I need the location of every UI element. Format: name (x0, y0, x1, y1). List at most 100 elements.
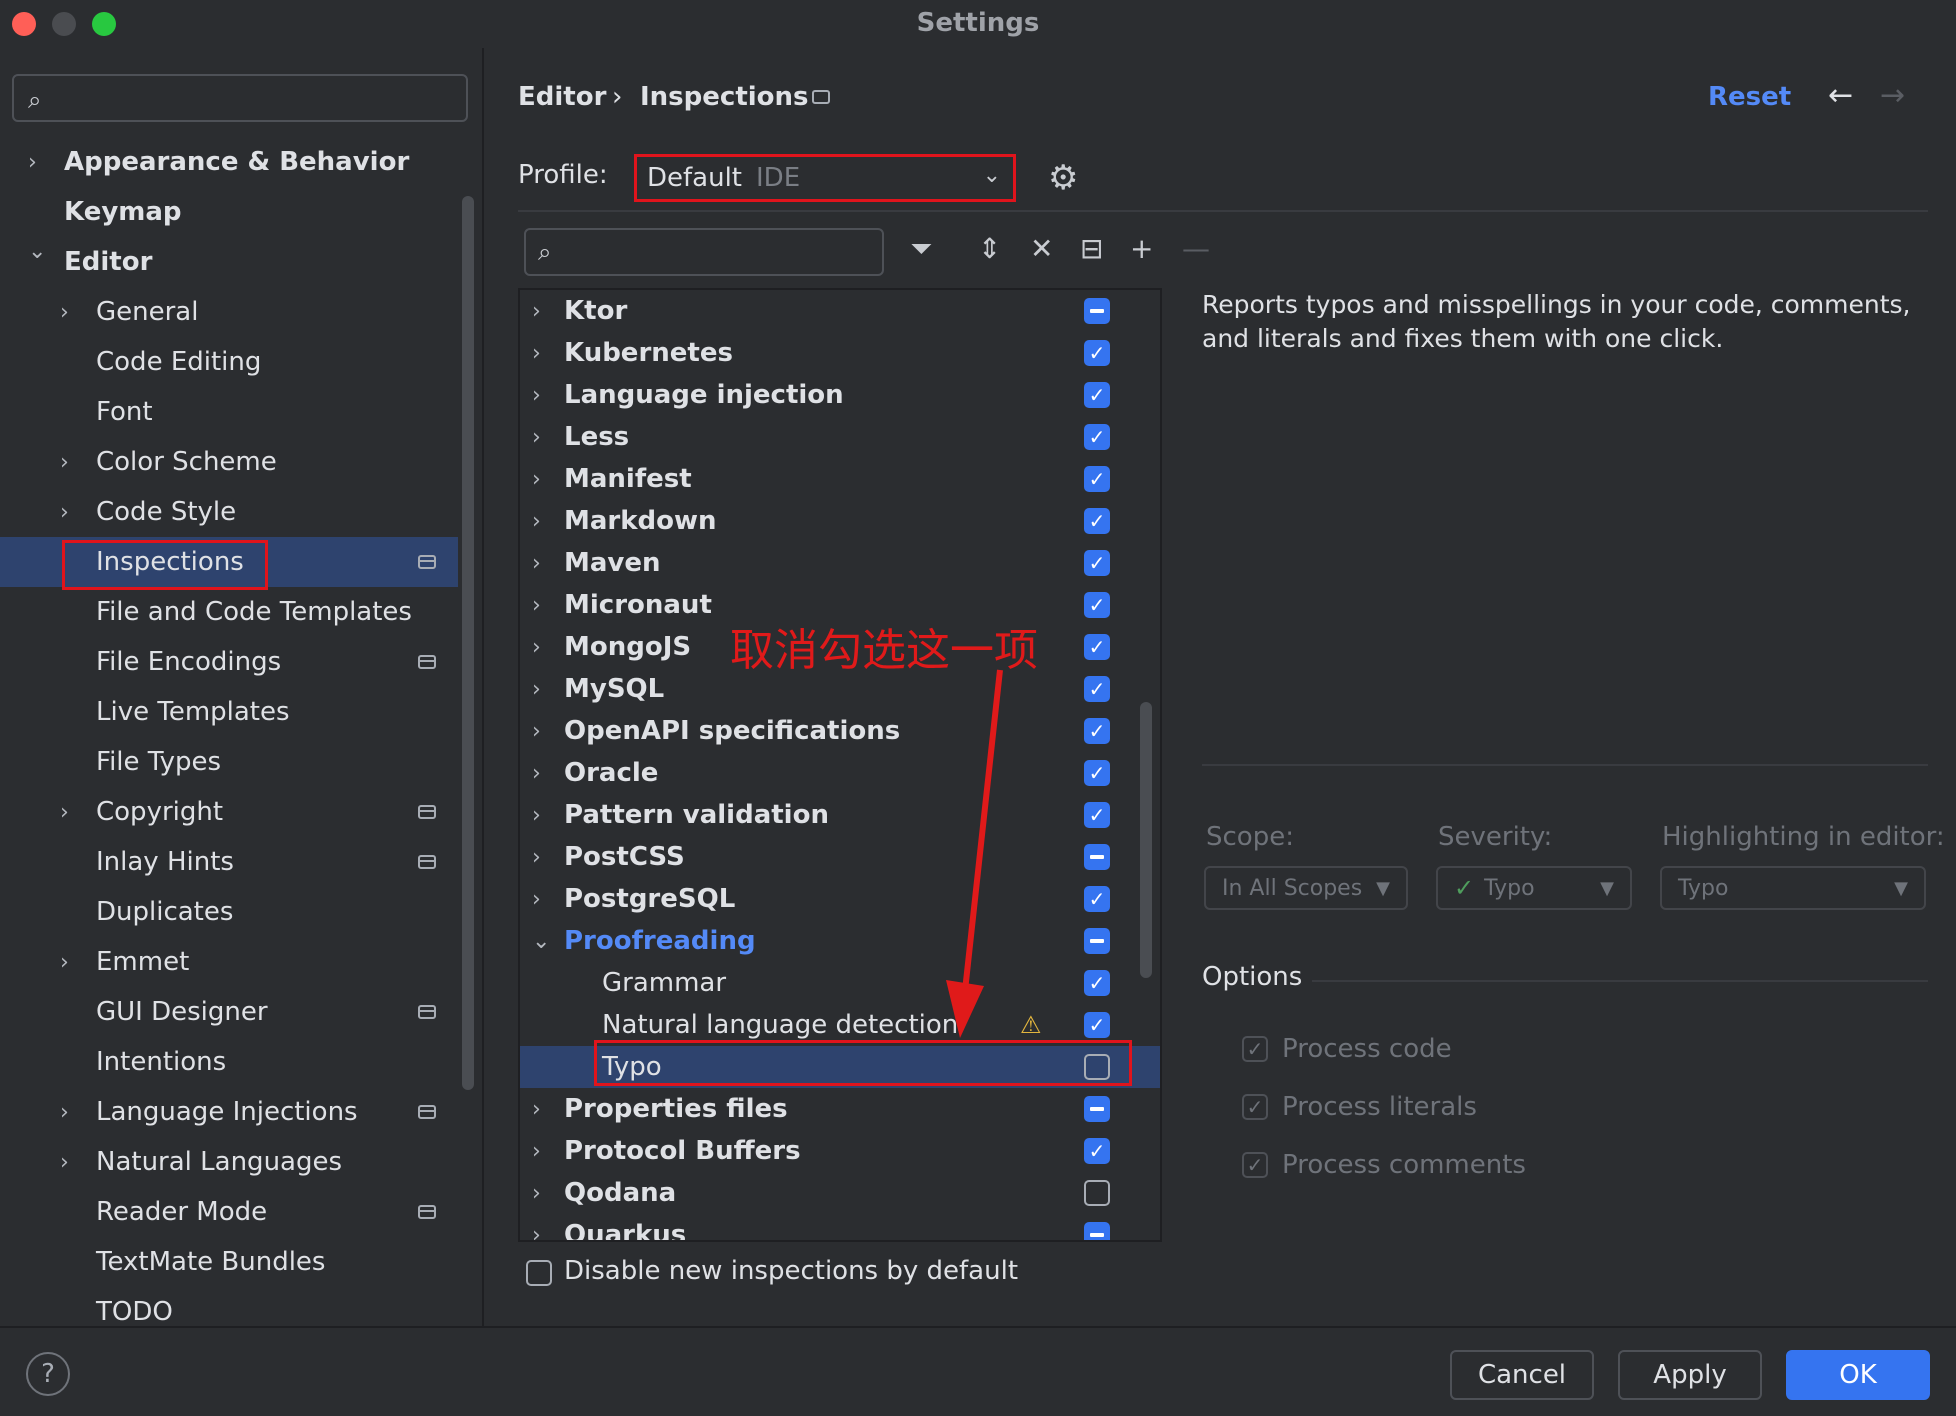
sidebar-item-color-scheme[interactable]: › Color Scheme (0, 437, 458, 487)
inspection-checkbox[interactable]: ✓ (1084, 340, 1110, 366)
chevron-right-icon[interactable]: › (532, 1097, 541, 1122)
chevron-right-icon[interactable]: › (532, 1223, 541, 1241)
inspection-checkbox[interactable]: ✓ (1084, 760, 1110, 786)
chevron-right-icon[interactable]: › (60, 300, 69, 325)
inspection-row-manifest[interactable]: › Manifest ✓ (520, 458, 1160, 500)
inspection-row-ktor[interactable]: › Ktor (520, 290, 1160, 332)
sidebar-item-emmet[interactable]: › Emmet (0, 937, 458, 987)
inspection-row-quarkus[interactable]: › Quarkus (520, 1214, 1160, 1241)
scope-select[interactable]: In All Scopes ▼ (1204, 866, 1408, 910)
inspection-checkbox[interactable]: ✓ (1084, 886, 1110, 912)
inspection-checkbox[interactable]: ✓ (1084, 550, 1110, 576)
collapse-all-icon[interactable]: ✕ (1030, 232, 1053, 265)
chevron-right-icon[interactable]: › (60, 500, 69, 525)
inspection-checkbox[interactable]: ✓ (1084, 802, 1110, 828)
inspection-checkbox[interactable]: ✓ (1084, 970, 1110, 996)
sidebar-item-todo[interactable]: TODO (0, 1287, 458, 1337)
sidebar-item-copyright[interactable]: › Copyright (0, 787, 458, 837)
inspection-checkbox[interactable] (1084, 298, 1110, 324)
breadcrumb-parent[interactable]: Editor (518, 82, 606, 112)
inspection-row-markdown[interactable]: › Markdown ✓ (520, 500, 1160, 542)
sidebar-item-file-and-code-templates[interactable]: File and Code Templates (0, 587, 458, 637)
sidebar-item-inlay-hints[interactable]: Inlay Hints (0, 837, 458, 887)
remove-icon[interactable]: — (1182, 232, 1210, 265)
filter-icon[interactable]: ⏷ (910, 232, 932, 266)
inspection-checkbox[interactable]: ✓ (1084, 592, 1110, 618)
sidebar-item-language-injections[interactable]: › Language Injections (0, 1087, 458, 1137)
chevron-right-icon[interactable]: › (532, 425, 541, 450)
inspection-row-openapi-specifications[interactable]: › OpenAPI specifications ✓ (520, 710, 1160, 752)
inspection-row-protocol-buffers[interactable]: › Protocol Buffers ✓ (520, 1130, 1160, 1172)
chevron-right-icon[interactable]: › (532, 1181, 541, 1206)
highlighting-select[interactable]: Typo ▼ (1660, 866, 1926, 910)
chevron-right-icon[interactable]: › (532, 383, 541, 408)
expand-all-icon[interactable]: ⇕ (978, 232, 1001, 265)
chevron-right-icon[interactable]: › (60, 950, 69, 975)
inspection-row-postcss[interactable]: › PostCSS (520, 836, 1160, 878)
inspection-row-maven[interactable]: › Maven ✓ (520, 542, 1160, 584)
inspection-checkbox[interactable]: ✓ (1084, 634, 1110, 660)
chevron-right-icon[interactable]: › (532, 1139, 541, 1164)
chevron-right-icon[interactable]: › (532, 719, 541, 744)
disable-new-inspections-checkbox[interactable] (526, 1260, 552, 1286)
gear-icon[interactable]: ⚙ (1048, 158, 1078, 198)
process-code-checkbox[interactable]: ✓ (1242, 1036, 1268, 1062)
chevron-right-icon[interactable]: › (532, 467, 541, 492)
inspection-checkbox[interactable] (1084, 1180, 1110, 1206)
reset-button[interactable]: Reset (1708, 82, 1791, 112)
inspection-row-grammar[interactable]: Grammar ✓ (520, 962, 1160, 1004)
chevron-down-icon[interactable]: ⌄ (28, 239, 46, 264)
chevron-down-icon[interactable]: ⌄ (532, 929, 550, 954)
ok-button[interactable]: OK (1786, 1350, 1930, 1400)
inspection-checkbox[interactable]: ✓ (1084, 676, 1110, 702)
inspection-row-qodana[interactable]: › Qodana (520, 1172, 1160, 1214)
inspection-row-postgresql[interactable]: › PostgreSQL ✓ (520, 878, 1160, 920)
inspection-row-properties-files[interactable]: › Properties files (520, 1088, 1160, 1130)
chevron-right-icon[interactable]: › (60, 1150, 69, 1175)
chevron-right-icon[interactable]: › (532, 509, 541, 534)
forward-arrow-icon[interactable]: → (1880, 78, 1905, 113)
inspection-checkbox[interactable]: ✓ (1084, 466, 1110, 492)
chevron-right-icon[interactable]: › (532, 593, 541, 618)
tree-scrollbar[interactable] (1140, 702, 1152, 978)
inspection-checkbox[interactable]: ✓ (1084, 1012, 1110, 1038)
sidebar-item-intentions[interactable]: Intentions (0, 1037, 458, 1087)
chevron-right-icon[interactable]: › (532, 635, 541, 660)
inspection-checkbox[interactable] (1084, 1096, 1110, 1122)
sidebar-item-code-style[interactable]: › Code Style (0, 487, 458, 537)
help-button[interactable]: ? (26, 1352, 70, 1396)
chevron-right-icon[interactable]: › (532, 299, 541, 324)
cancel-button[interactable]: Cancel (1450, 1350, 1594, 1400)
inspection-checkbox[interactable]: ✓ (1084, 508, 1110, 534)
inspection-checkbox[interactable] (1084, 928, 1110, 954)
inspection-row-less[interactable]: › Less ✓ (520, 416, 1160, 458)
chevron-right-icon[interactable]: › (28, 150, 37, 175)
chevron-right-icon[interactable]: › (60, 800, 69, 825)
process-literals-checkbox[interactable]: ✓ (1242, 1094, 1268, 1120)
inspection-row-kubernetes[interactable]: › Kubernetes ✓ (520, 332, 1160, 374)
add-icon[interactable]: + (1130, 232, 1153, 265)
sidebar-item-file-types[interactable]: File Types (0, 737, 458, 787)
sidebar-scrollbar[interactable] (462, 196, 474, 1090)
sidebar-item-reader-mode[interactable]: Reader Mode (0, 1187, 458, 1237)
sidebar-item-keymap[interactable]: Keymap (0, 187, 458, 237)
inspection-search-input[interactable]: ⌕ (524, 228, 884, 276)
chevron-right-icon[interactable]: › (532, 341, 541, 366)
severity-select[interactable]: ✓ Typo ▼ (1436, 866, 1632, 910)
chevron-right-icon[interactable]: › (60, 1100, 69, 1125)
apply-button[interactable]: Apply (1618, 1350, 1762, 1400)
sidebar-item-editor[interactable]: ⌄ Editor (0, 237, 458, 287)
chevron-right-icon[interactable]: › (60, 450, 69, 475)
sidebar-item-duplicates[interactable]: Duplicates (0, 887, 458, 937)
inspection-row-pattern-validation[interactable]: › Pattern validation ✓ (520, 794, 1160, 836)
inspection-row-oracle[interactable]: › Oracle ✓ (520, 752, 1160, 794)
sidebar-item-textmate-bundles[interactable]: TextMate Bundles (0, 1237, 458, 1287)
sidebar-item-gui-designer[interactable]: GUI Designer (0, 987, 458, 1037)
sidebar-item-appearance-behavior[interactable]: › Appearance & Behavior (0, 137, 458, 187)
inspection-checkbox[interactable]: ✓ (1084, 424, 1110, 450)
inspection-checkbox[interactable]: ✓ (1084, 1138, 1110, 1164)
inspection-checkbox[interactable]: ✓ (1084, 718, 1110, 744)
sidebar-item-file-encodings[interactable]: File Encodings (0, 637, 458, 687)
sidebar-item-code-editing[interactable]: Code Editing (0, 337, 458, 387)
chevron-right-icon[interactable]: › (532, 887, 541, 912)
